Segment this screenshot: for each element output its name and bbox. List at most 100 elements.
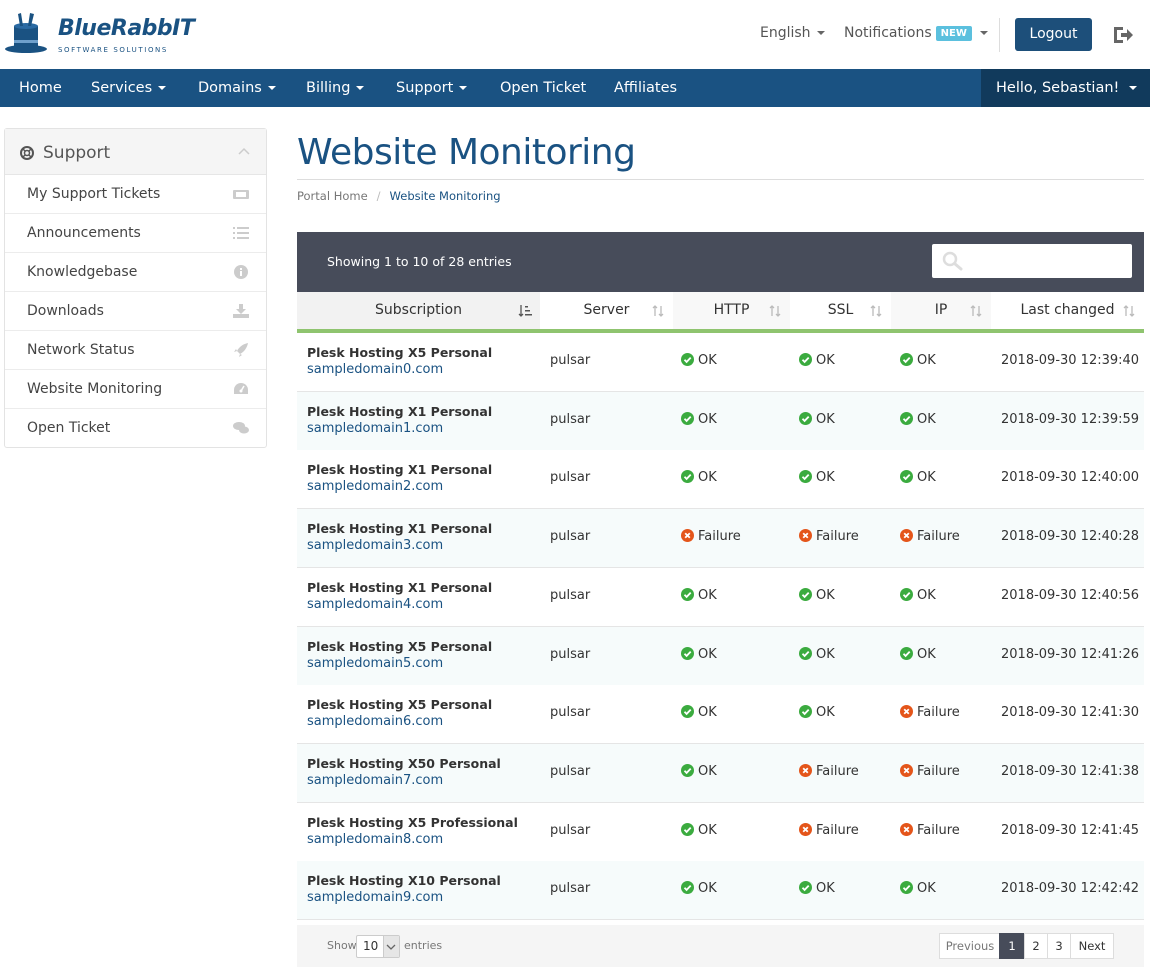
subscription-domain-link[interactable]: sampledomain5.com xyxy=(307,656,492,671)
cell-subscription: Plesk Hosting X1 Personal sampledomain3.c… xyxy=(307,521,492,553)
column-header-last-changed[interactable]: Last changed xyxy=(991,292,1144,333)
title-divider xyxy=(297,179,1144,180)
sidebar-item-downloads[interactable]: Downloads xyxy=(5,292,266,331)
nav-home[interactable]: Home xyxy=(19,69,62,107)
subscription-domain-link[interactable]: sampledomain3.com xyxy=(307,538,492,553)
chevron-up-icon[interactable] xyxy=(238,147,250,155)
sidebar-item-knowledgebase[interactable]: Knowledgebase xyxy=(5,253,266,292)
check-circle-icon xyxy=(900,588,913,601)
status-text: OK xyxy=(816,353,835,368)
check-circle-icon xyxy=(799,470,812,483)
column-header-subscription[interactable]: Subscription xyxy=(297,292,540,333)
breadcrumb: Portal Home / Website Monitoring xyxy=(297,189,501,203)
cell-ip-status: Failure xyxy=(900,705,960,720)
notifications-menu[interactable]: Notifications NEW xyxy=(844,25,988,41)
nav-services[interactable]: Services xyxy=(91,69,167,107)
status-text: OK xyxy=(698,588,717,603)
sidebar-item-website-monitoring[interactable]: Website Monitoring xyxy=(5,370,266,409)
cell-ip-status: OK xyxy=(900,881,936,896)
cell-http-status: OK xyxy=(681,588,717,603)
subscription-domain-link[interactable]: sampledomain9.com xyxy=(307,890,501,905)
sidebar-item-announcements[interactable]: Announcements xyxy=(5,214,266,253)
search-icon xyxy=(942,251,963,271)
column-label: Server xyxy=(583,302,630,318)
column-header-ssl[interactable]: SSL xyxy=(790,292,891,333)
table-row: Plesk Hosting X50 Personal sampledomain7.… xyxy=(297,744,1144,803)
subscription-domain-link[interactable]: sampledomain6.com xyxy=(307,714,492,729)
sidebar-item-my-support-tickets[interactable]: My Support Tickets xyxy=(5,175,266,214)
column-header-server[interactable]: Server xyxy=(540,292,673,333)
language-selector[interactable]: English xyxy=(760,25,825,41)
status-text: OK xyxy=(917,881,936,896)
subscription-domain-link[interactable]: sampledomain0.com xyxy=(307,362,492,377)
nav-support-label: Support xyxy=(396,80,454,96)
table-row: Plesk Hosting X5 Professional sampledomai… xyxy=(297,803,1144,862)
cell-ssl-status: Failure xyxy=(799,823,859,838)
subscription-plan: Plesk Hosting X1 Personal xyxy=(307,462,493,477)
subscription-plan: Plesk Hosting X5 Personal xyxy=(307,639,493,654)
page-size-value: 10 xyxy=(363,939,379,953)
column-header-ip[interactable]: IP xyxy=(891,292,991,333)
check-circle-icon xyxy=(681,412,694,425)
notifications-label: Notifications xyxy=(844,25,932,41)
check-circle-icon xyxy=(681,705,694,718)
status-text: Failure xyxy=(917,705,960,720)
logout-button[interactable]: Logout xyxy=(1015,18,1092,51)
comments-icon xyxy=(233,422,249,434)
status-text: OK xyxy=(698,823,717,838)
column-label: SSL xyxy=(827,302,854,318)
cell-ssl-status: Failure xyxy=(799,529,859,544)
sidebar-header[interactable]: Support xyxy=(5,129,266,175)
pagination-page-2[interactable]: 2 xyxy=(1024,933,1048,959)
pagination-next[interactable]: Next xyxy=(1070,933,1114,959)
pagination-page-3[interactable]: 3 xyxy=(1047,933,1071,959)
show-label: Show xyxy=(327,939,357,952)
subscription-domain-link[interactable]: sampledomain1.com xyxy=(307,421,492,436)
cell-last-changed: 2018-09-30 12:39:40 xyxy=(1001,353,1140,368)
breadcrumb-current: Website Monitoring xyxy=(389,189,501,203)
user-menu[interactable]: Hello, Sebastian! xyxy=(981,69,1150,107)
status-text: Failure xyxy=(816,823,859,838)
cell-last-changed: 2018-09-30 12:39:59 xyxy=(1001,412,1140,427)
subscription-domain-link[interactable]: sampledomain7.com xyxy=(307,773,501,788)
sidebar-item-open-ticket[interactable]: Open Ticket xyxy=(5,409,266,448)
subscription-domain-link[interactable]: sampledomain2.com xyxy=(307,479,492,494)
page-size-select[interactable]: 10 xyxy=(356,935,400,958)
cell-http-status: OK xyxy=(681,705,717,720)
subscription-domain-link[interactable]: sampledomain8.com xyxy=(307,832,518,847)
cell-subscription: Plesk Hosting X5 Professional sampledomai… xyxy=(307,815,518,847)
pagination-page-1[interactable]: 1 xyxy=(999,933,1025,959)
status-text: OK xyxy=(917,647,936,662)
cell-server: pulsar xyxy=(550,764,591,779)
brand-logo[interactable]: BlueRabbIT SOFTWARE SOLUTIONS xyxy=(4,12,195,62)
pagination-previous[interactable]: Previous xyxy=(939,933,1001,959)
download-icon xyxy=(233,304,249,318)
cell-ip-status: Failure xyxy=(900,764,960,779)
table-search-input[interactable] xyxy=(932,244,1132,278)
cell-last-changed: 2018-09-30 12:41:26 xyxy=(1001,647,1140,662)
chevron-down-icon xyxy=(158,86,167,90)
column-header-http[interactable]: HTTP xyxy=(673,292,790,333)
subscription-domain-link[interactable]: sampledomain4.com xyxy=(307,597,492,612)
column-label: Last changed xyxy=(1020,302,1115,318)
cell-http-status: OK xyxy=(681,823,717,838)
nav-open-ticket[interactable]: Open Ticket xyxy=(500,69,586,107)
nav-affiliates[interactable]: Affiliates xyxy=(614,69,677,107)
sign-out-icon[interactable] xyxy=(1112,25,1134,45)
breadcrumb-portal-home[interactable]: Portal Home xyxy=(297,189,368,203)
check-circle-icon xyxy=(799,412,812,425)
sidebar-item-network-status[interactable]: Network Status xyxy=(5,331,266,370)
cell-http-status: OK xyxy=(681,647,717,662)
sidebar-item-label: My Support Tickets xyxy=(27,186,161,202)
cell-server: pulsar xyxy=(550,529,591,544)
cell-http-status: OK xyxy=(681,470,717,485)
nav-domains[interactable]: Domains xyxy=(198,69,276,107)
nav-support[interactable]: Support xyxy=(396,69,468,107)
x-circle-icon xyxy=(900,764,913,777)
table-row: Plesk Hosting X5 Personal sampledomain6.c… xyxy=(297,685,1144,744)
nav-billing[interactable]: Billing xyxy=(306,69,365,107)
language-label: English xyxy=(760,25,811,41)
cell-http-status: OK xyxy=(681,764,717,779)
cell-subscription: Plesk Hosting X1 Personal sampledomain4.c… xyxy=(307,580,492,612)
sidebar-item-label: Knowledgebase xyxy=(27,264,138,280)
